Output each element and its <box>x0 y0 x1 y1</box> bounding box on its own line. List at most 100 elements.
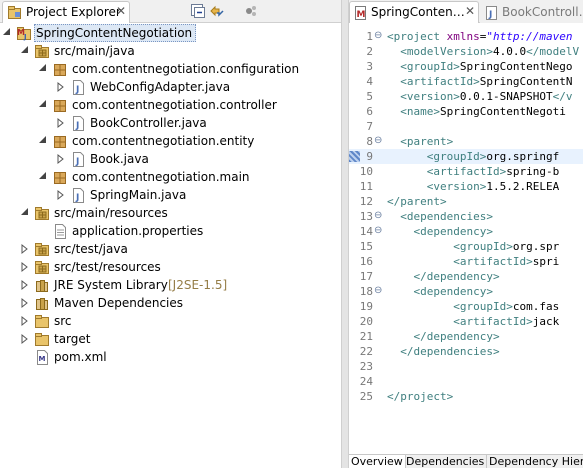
tab-dependencies[interactable]: Dependencies <box>404 455 488 468</box>
expanded-arrow-icon[interactable] <box>38 171 48 183</box>
code-line[interactable]: 17 </dependency> <box>349 269 583 284</box>
tree-item[interactable]: com.contentnegotiation.configuration <box>0 60 341 78</box>
view-menu-icon[interactable] <box>243 3 259 19</box>
code-line[interactable]: 23 <box>349 359 583 374</box>
line-number: 18 <box>359 285 373 298</box>
fold-toggle-icon[interactable]: ⊖ <box>374 210 384 221</box>
code-line[interactable]: 16 <artifactId>spri <box>349 254 583 269</box>
code-line[interactable]: 21 </dependency> <box>349 329 583 344</box>
code-line[interactable]: 3 <groupId>SpringContentNego <box>349 59 583 74</box>
tree-item-label: src/test/java <box>54 242 128 256</box>
tree-item[interactable]: com.contentnegotiation.entity <box>0 132 341 150</box>
svg-text:J: J <box>488 10 492 20</box>
source-text-area[interactable]: 1 ⊖ <project xmlns="http://maven 2 <modelVe… <box>349 24 583 454</box>
tree-item-label: BookController.java <box>90 116 207 130</box>
expanded-arrow-icon[interactable] <box>2 27 12 39</box>
code-line[interactable]: 25 </project> <box>349 389 583 404</box>
tree-item[interactable]: JRE System Library [J2SE-1.5] <box>0 276 341 294</box>
code-text: <artifactId>jack <box>453 315 560 328</box>
code-line[interactable]: 5 <version>0.0.1-SNAPSHOT</v <box>349 89 583 104</box>
tree-item[interactable]: J WebConfigAdapter.java <box>0 78 341 96</box>
expanded-arrow-icon[interactable] <box>20 45 30 57</box>
code-text: </project> <box>387 390 454 403</box>
code-line[interactable]: 7 <box>349 119 583 134</box>
tree-item[interactable]: com.contentnegotiation.main <box>0 168 341 186</box>
line-number: 23 <box>359 360 373 373</box>
fold-toggle-icon[interactable]: ⊖ <box>374 225 384 236</box>
code-line[interactable]: 20 <artifactId>jack <box>349 314 583 329</box>
line-number: 6 <box>366 105 373 118</box>
tree-item[interactable]: src/test/resources <box>0 258 341 276</box>
tree-item[interactable]: J SpringMain.java <box>0 186 341 204</box>
expanded-arrow-icon[interactable] <box>38 135 48 147</box>
tab-spring-content-pom[interactable]: M SpringConten… ✕ <box>349 1 479 23</box>
tree-item[interactable]: src/main/resources <box>0 204 341 222</box>
expanded-arrow-icon[interactable] <box>38 99 48 111</box>
code-line[interactable]: 8 ⊖ <parent> <box>349 134 583 149</box>
tree-item[interactable]: com.contentnegotiation.controller <box>0 96 341 114</box>
link-with-editor-icon[interactable] <box>209 3 225 19</box>
tree-item[interactable]: J BookController.java <box>0 114 341 132</box>
code-line[interactable]: 14 ⊖ <dependency> <box>349 224 583 239</box>
line-number: 9 <box>366 150 373 163</box>
close-icon[interactable]: ✕ <box>465 4 475 18</box>
tab-project-explorer[interactable]: Project Explorer ✕ <box>2 1 130 23</box>
code-line[interactable]: 24 <box>349 374 583 389</box>
collapsed-arrow-icon[interactable] <box>56 153 66 165</box>
code-line[interactable]: 11 <version>1.5.2.RELEA <box>349 179 583 194</box>
expanded-arrow-icon[interactable] <box>20 207 30 219</box>
tab-dependency-hierarchy[interactable]: Dependency Hier <box>487 455 583 468</box>
fold-toggle-icon[interactable]: ⊖ <box>374 30 384 41</box>
code-line[interactable]: 10 <artifactId>spring-b <box>349 164 583 179</box>
collapse-all-icon[interactable] <box>190 3 206 19</box>
tree-item[interactable]: Mpom.xml <box>0 348 341 366</box>
code-line[interactable]: 19 <groupId>com.fas <box>349 299 583 314</box>
xml-file-icon: M <box>37 350 48 365</box>
tab-book-controller[interactable]: J BookControll… <box>480 1 583 23</box>
java-file-icon: J <box>73 80 84 95</box>
code-line[interactable]: 18 ⊖ <dependency> <box>349 284 583 299</box>
code-line[interactable]: 1 ⊖ <project xmlns="http://maven <box>349 29 583 44</box>
source-folder-icon <box>35 243 49 256</box>
properties-file-icon <box>55 224 66 239</box>
tab-label: Project Explorer <box>26 5 121 19</box>
expanded-arrow-icon[interactable] <box>38 63 48 75</box>
tree-item[interactable]: application.properties <box>0 222 341 240</box>
line-number: 17 <box>359 270 373 283</box>
fold-toggle-icon[interactable]: ⊖ <box>374 285 384 296</box>
code-line[interactable]: 6 <name>SpringContentNegoti <box>349 104 583 119</box>
line-number: 14 <box>359 225 373 238</box>
view-sash[interactable] <box>341 0 349 468</box>
tree-item[interactable]: J Book.java <box>0 150 341 168</box>
tree-item[interactable]: src <box>0 312 341 330</box>
tree-item[interactable]: target <box>0 330 341 348</box>
tree-item[interactable]: M J SpringContentNegotiation <box>0 24 341 42</box>
fold-toggle-icon[interactable]: ⊖ <box>374 135 384 146</box>
tree-item[interactable]: Maven Dependencies <box>0 294 341 312</box>
collapsed-arrow-icon[interactable] <box>20 315 30 327</box>
collapsed-arrow-icon[interactable] <box>20 297 30 309</box>
collapsed-arrow-icon[interactable] <box>56 117 66 129</box>
code-line[interactable]: 4 <artifactId>SpringContentN <box>349 74 583 89</box>
collapsed-arrow-icon[interactable] <box>20 261 30 273</box>
library-icon <box>36 280 48 292</box>
code-line[interactable]: 12 </parent> <box>349 194 583 209</box>
collapsed-arrow-icon[interactable] <box>20 279 30 291</box>
code-line[interactable]: 22 </dependencies> <box>349 344 583 359</box>
collapsed-arrow-icon[interactable] <box>56 81 66 93</box>
tree-item[interactable]: src/test/java <box>0 240 341 258</box>
code-line[interactable]: 15 <groupId>org.spr <box>349 239 583 254</box>
tab-overview[interactable]: Overview <box>349 455 406 468</box>
line-number: 5 <box>366 90 373 103</box>
code-line[interactable]: 9 <groupId>org.springf <box>349 149 583 164</box>
collapsed-arrow-icon[interactable] <box>56 189 66 201</box>
tree-item[interactable]: src/main/java <box>0 42 341 60</box>
code-line[interactable]: 2 <modelVersion>4.0.0</modelV <box>349 44 583 59</box>
line-number: 3 <box>366 60 373 73</box>
close-icon[interactable]: ✕ <box>116 4 126 18</box>
collapsed-arrow-icon[interactable] <box>20 333 30 345</box>
tree-item-label: target <box>54 332 91 346</box>
collapsed-arrow-icon[interactable] <box>20 243 30 255</box>
code-line[interactable]: 13 ⊖ <dependencies> <box>349 209 583 224</box>
line-number: 10 <box>359 165 373 178</box>
